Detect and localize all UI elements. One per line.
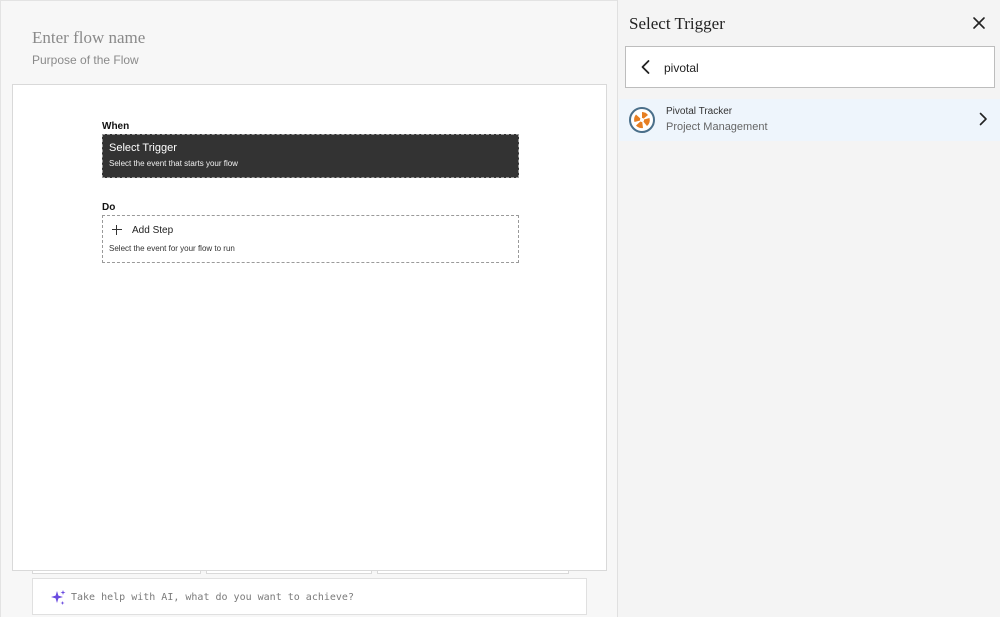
add-step-card[interactable]: Add Step Select the event for your flow …	[102, 215, 519, 263]
chevron-right-icon	[979, 112, 987, 126]
ai-assist-bar[interactable]	[32, 578, 587, 615]
trigger-subtitle: Select the event that starts your flow	[109, 159, 238, 168]
flow-name-input[interactable]	[32, 26, 432, 50]
result-item-pivotal-tracker[interactable]: Pivotal Tracker Project Management	[619, 99, 1000, 141]
select-trigger-panel: Select Trigger Pivotal Tracker Project M…	[617, 0, 1000, 617]
result-app-category: Project Management	[666, 121, 768, 133]
plus-icon	[112, 225, 122, 235]
result-app-name: Pivotal Tracker	[666, 106, 733, 117]
bottom-tab-stub[interactable]	[377, 571, 569, 574]
sparkle-icon	[51, 590, 66, 605]
select-trigger-card[interactable]: Select Trigger Select the event that sta…	[102, 134, 519, 178]
close-icon[interactable]	[972, 16, 986, 30]
trigger-search-box	[625, 46, 995, 88]
when-label: When	[102, 121, 130, 132]
ai-prompt-input[interactable]	[71, 589, 571, 605]
trigger-title: Select Trigger	[109, 142, 177, 154]
trigger-search-input[interactable]	[664, 59, 974, 77]
flow-editor: When Select Trigger Select the event tha…	[0, 0, 617, 617]
panel-title: Select Trigger	[629, 14, 725, 33]
bottom-tab-stub[interactable]	[206, 571, 372, 574]
flow-canvas: When Select Trigger Select the event tha…	[12, 84, 607, 571]
add-step-subtitle: Select the event for your flow to run	[109, 244, 235, 253]
bottom-tab-stub[interactable]	[32, 571, 201, 574]
pivotal-tracker-logo-icon	[629, 107, 655, 133]
chevron-left-icon[interactable]	[638, 59, 654, 75]
flow-purpose-input[interactable]	[32, 52, 432, 68]
add-step-title: Add Step	[132, 225, 174, 236]
do-label: Do	[102, 202, 116, 213]
